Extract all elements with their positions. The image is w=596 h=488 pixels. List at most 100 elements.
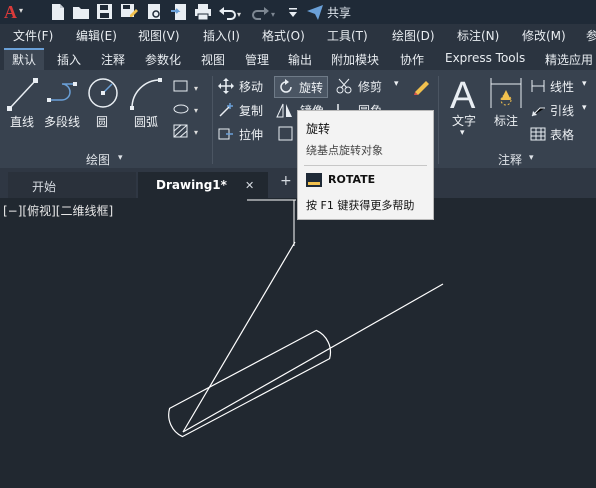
- move-label: 移动: [239, 80, 264, 94]
- ribbon-tab-bar: 默认 插入 注释 参数化 视图 管理 输出 附加模块 协作 Express To…: [0, 47, 596, 70]
- text-icon: A: [450, 75, 476, 112]
- new-icon[interactable]: [50, 3, 68, 21]
- tab-start[interactable]: 开始: [8, 172, 136, 198]
- rotate-tool[interactable]: 旋转: [274, 76, 328, 98]
- trim-tool[interactable]: 修剪 ▾: [336, 78, 406, 96]
- annotation-panel-title[interactable]: 注释: [498, 151, 522, 168]
- scale-icon: [278, 126, 293, 141]
- menu-view[interactable]: 视图(V): [138, 27, 180, 44]
- redo-icon[interactable]: ▾: [252, 3, 278, 21]
- leader-dropdown-icon[interactable]: ▾: [582, 103, 587, 113]
- svg-text:▾: ▾: [271, 10, 275, 19]
- tooltip-divider: [304, 165, 427, 166]
- svg-text:▾: ▾: [194, 128, 198, 137]
- menu-file[interactable]: 文件(F): [13, 27, 53, 44]
- dimension-icon: [490, 78, 522, 108]
- hatch-tool[interactable]: ▾: [172, 122, 204, 140]
- table-tool[interactable]: 表格: [530, 126, 596, 144]
- copy-tool[interactable]: 复制: [218, 102, 268, 120]
- tab-drawing1[interactable]: Drawing1* ✕: [138, 172, 268, 198]
- polyline-tool[interactable]: 多段线: [44, 76, 84, 136]
- tooltip-description: 绕基点旋转对象: [306, 144, 383, 157]
- tab-default[interactable]: 默认: [12, 51, 36, 68]
- undo-icon[interactable]: ▾: [218, 3, 244, 21]
- rotate-tooltip: 旋转 绕基点旋转对象 ROTATE 按 F1 键获得更多帮助: [297, 110, 434, 220]
- tab-collaborate[interactable]: 协作: [400, 51, 424, 68]
- menu-edit[interactable]: 编辑(E): [76, 27, 117, 44]
- quick-access-toolbar: A ▾ ▾ ▾ 共享: [0, 0, 596, 24]
- print-preview-icon[interactable]: [146, 3, 164, 21]
- tab-annotate[interactable]: 注释: [101, 51, 125, 68]
- tab-insert[interactable]: 插入: [57, 51, 81, 68]
- share-icon[interactable]: [306, 3, 324, 21]
- tab-manage[interactable]: 管理: [245, 51, 269, 68]
- rotate-label: 旋转: [299, 81, 324, 95]
- slot-shape: [168, 329, 332, 438]
- annotation-panel-dropdown-icon[interactable]: ▾: [529, 153, 534, 163]
- save-icon[interactable]: [96, 3, 114, 21]
- leader-tool[interactable]: 引线 ▾: [530, 102, 596, 120]
- print-icon[interactable]: [194, 3, 212, 21]
- add-tab-icon[interactable]: +: [280, 173, 292, 189]
- dimension-tool[interactable]: 标注: [488, 74, 524, 140]
- svg-text:▾: ▾: [237, 10, 241, 19]
- circle-icon: [88, 78, 118, 108]
- arc-tool[interactable]: 圆弧: [128, 76, 164, 136]
- line-tool[interactable]: 直线: [6, 76, 40, 136]
- trim-dropdown-icon[interactable]: ▾: [394, 79, 399, 89]
- polyline-icon: [47, 82, 77, 102]
- dimension-label: 标注: [494, 114, 519, 128]
- rotate-icon: [280, 79, 292, 93]
- export-icon[interactable]: [170, 3, 188, 21]
- hatch-icon: ▾: [173, 124, 198, 138]
- tab-output[interactable]: 输出: [288, 51, 312, 68]
- text-dropdown-icon[interactable]: ▾: [460, 128, 465, 138]
- line-segment: [182, 283, 444, 433]
- trim-icon: [336, 78, 352, 94]
- tab-parametric[interactable]: 参数化: [145, 51, 181, 68]
- linear-dropdown-icon[interactable]: ▾: [582, 79, 587, 89]
- draw-panel-title[interactable]: 绘图: [86, 151, 110, 168]
- drawing-canvas[interactable]: [−][俯视][二维线框]: [0, 198, 596, 488]
- linear-dim-icon: [531, 80, 545, 92]
- scale-tool[interactable]: [278, 126, 294, 142]
- svg-text:▾: ▾: [194, 106, 198, 115]
- ellipse-tool[interactable]: ▾: [172, 100, 204, 118]
- menu-insert[interactable]: 插入(I): [203, 27, 240, 44]
- text-tool[interactable]: A 文字 ▾: [446, 74, 482, 140]
- line-icon: [7, 78, 38, 111]
- tab-express-tools[interactable]: Express Tools: [445, 51, 525, 65]
- tab-drawing1-label: Drawing1*: [156, 178, 227, 192]
- move-tool[interactable]: 移动: [218, 78, 268, 96]
- close-icon[interactable]: ✕: [245, 179, 254, 192]
- drawing-geometry: [168, 199, 444, 438]
- save-as-icon[interactable]: [120, 3, 138, 21]
- menu-format[interactable]: 格式(O): [262, 27, 305, 44]
- menu-dimension[interactable]: 标注(N): [457, 27, 499, 44]
- stretch-tool[interactable]: 拉伸: [218, 126, 268, 144]
- open-icon[interactable]: [72, 3, 90, 21]
- tab-addins[interactable]: 附加模块: [331, 51, 379, 68]
- tab-start-label: 开始: [32, 180, 57, 194]
- app-logo-icon[interactable]: A ▾: [4, 2, 26, 22]
- menu-tools[interactable]: 工具(T): [327, 27, 368, 44]
- draw-panel-dropdown-icon[interactable]: ▾: [118, 153, 123, 163]
- erase-icon: [414, 81, 429, 95]
- mirror-icon: [276, 103, 292, 118]
- panel-separator: [438, 76, 439, 164]
- erase-tool[interactable]: [412, 78, 432, 96]
- dropdown-icon[interactable]: [288, 3, 298, 21]
- menu-modify[interactable]: 修改(M): [522, 27, 566, 44]
- command-line-icon: [306, 173, 322, 187]
- share-label[interactable]: 共享: [327, 4, 351, 21]
- copy-icon: [219, 103, 233, 117]
- linear-dim-tool[interactable]: 线性 ▾: [530, 78, 596, 96]
- rectangle-tool[interactable]: ▾: [172, 78, 204, 96]
- circle-tool[interactable]: 圆: [86, 76, 122, 136]
- tab-view[interactable]: 视图: [201, 51, 225, 68]
- menu-draw[interactable]: 绘图(D): [392, 27, 435, 44]
- arc-icon: [130, 78, 162, 110]
- menu-param[interactable]: 参: [586, 27, 596, 44]
- tab-featured-apps[interactable]: 精选应用: [545, 51, 593, 68]
- leader-label: 引线: [550, 104, 575, 118]
